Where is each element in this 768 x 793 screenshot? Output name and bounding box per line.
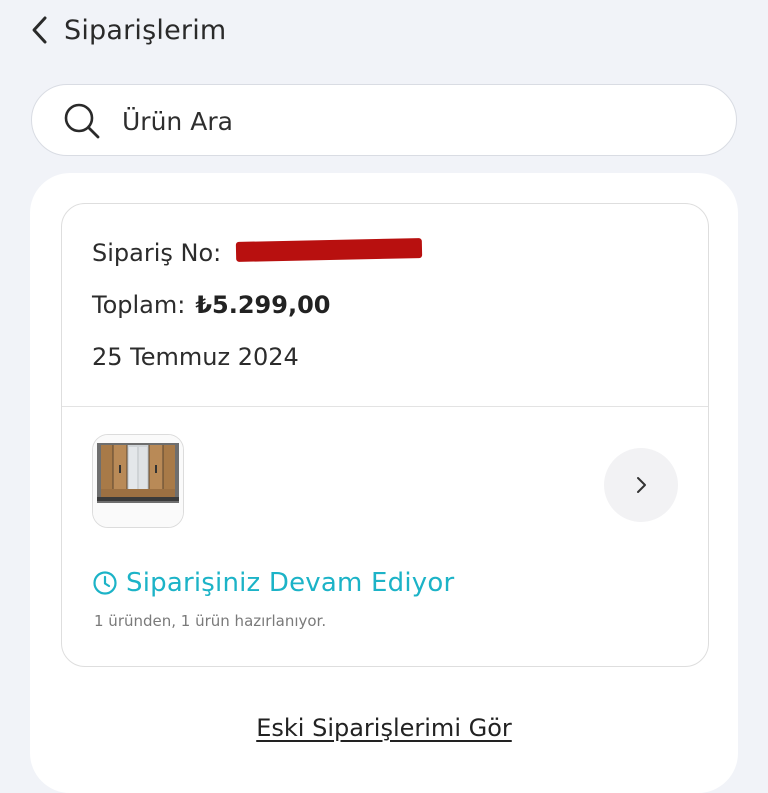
wardrobe-image (93, 435, 183, 527)
chevron-right-icon (637, 477, 646, 493)
divider (62, 406, 708, 407)
top-bar: Siparişlerim (0, 0, 768, 62)
status-detail: 1 üründen, 1 ürün hazırlanıyor. (94, 612, 327, 630)
order-number-label: Sipariş No: (92, 239, 222, 267)
order-total-label: Toplam: (92, 291, 186, 319)
order-total-value: ₺5.299,00 (195, 291, 331, 319)
order-detail-button[interactable] (604, 448, 678, 522)
order-number-row: Sipariş No: (92, 238, 221, 268)
old-orders-link[interactable]: Eski Siparişlerimi Gör (256, 714, 512, 742)
status-text: Siparişiniz Devam Ediyor (126, 568, 455, 598)
search-input[interactable] (122, 101, 702, 141)
product-thumbnail[interactable] (92, 434, 184, 528)
page-title: Siparişlerim (64, 15, 227, 46)
order-number-redacted (235, 238, 423, 262)
chevron-left-icon (32, 16, 47, 44)
back-button[interactable] (22, 12, 58, 48)
clock-icon (93, 571, 117, 595)
order-total-row: Toplam: ₺5.299,00 (92, 290, 330, 320)
order-date: 25 Temmuz 2024 (92, 343, 299, 371)
order-card[interactable]: Sipariş No: Toplam: ₺5.299,00 25 Temmuz 2… (61, 203, 709, 667)
search-icon (64, 103, 100, 139)
search-bar[interactable] (31, 84, 737, 156)
order-status: Siparişiniz Devam Ediyor (92, 566, 454, 600)
old-orders-container: Eski Siparişlerimi Gör (0, 714, 768, 742)
